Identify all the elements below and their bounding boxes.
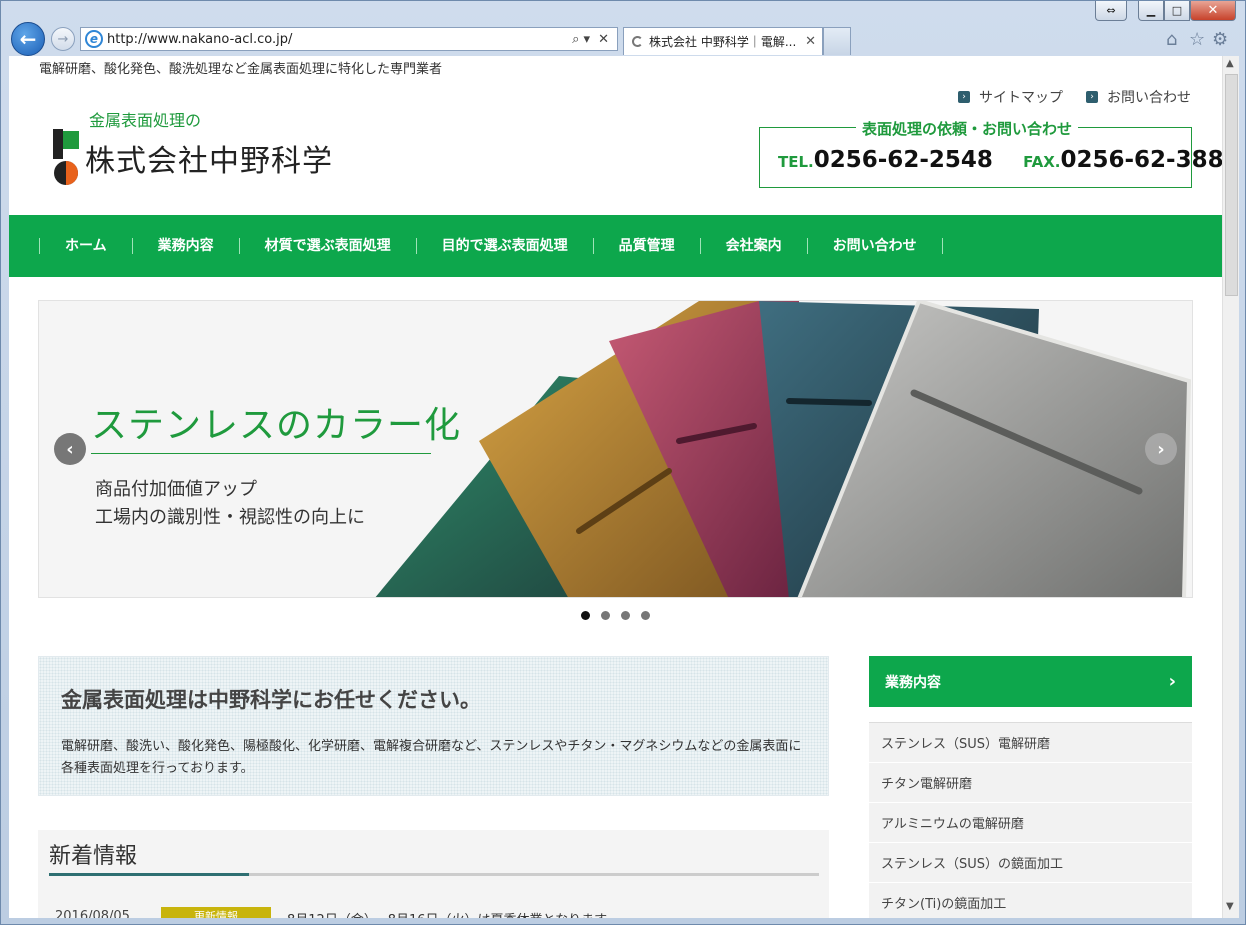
slider-pagination — [581, 611, 650, 620]
intro-text: 電解研磨、酸洗い、酸化発色、陽極酸化、化学研磨、電解複合研磨など、ステンレスやチ… — [61, 739, 802, 776]
scroll-down-icon[interactable]: ▼ — [1226, 901, 1234, 912]
fax-label: FAX. — [1023, 153, 1061, 171]
ie-page-icon: e — [85, 30, 103, 48]
contact-box: 表面処理の依頼・お問い合わせ TEL.0256-62-2548 FAX.0256… — [759, 118, 1222, 188]
nav-home[interactable]: ホーム — [39, 238, 132, 254]
fax-number: 0256-62-3880 — [1060, 147, 1222, 173]
compat-view-button[interactable]: ⇔ — [1095, 1, 1127, 21]
contact-heading: 表面処理の依頼・お問い合わせ — [856, 118, 1079, 139]
arrow-right-icon: › — [1086, 91, 1098, 103]
slider-prev-button[interactable]: ‹ — [54, 433, 86, 465]
address-input[interactable]: http://www.nakano-acl.co.jp/ — [107, 32, 572, 47]
news-underline-accent — [49, 873, 249, 876]
tel-number: 0256-62-2548 — [813, 147, 993, 173]
sidebar-list: ステンレス（SUS）電解研磨 チタン電解研磨 アルミニウムの電解研磨 ステンレス… — [869, 722, 1192, 918]
home-icon[interactable]: ⌂ — [1166, 29, 1177, 50]
slider-dot[interactable] — [621, 611, 630, 620]
maximize-button[interactable]: □ — [1164, 1, 1190, 21]
sidebar-heading[interactable]: 業務内容 › — [869, 656, 1192, 707]
news-badge: 更新情報 — [161, 907, 271, 918]
browser-tab[interactable]: 株式会社 中野科学｜電解... ✕ — [623, 27, 823, 55]
sidebar-item[interactable]: アルミニウムの電解研磨 — [869, 803, 1192, 843]
browser-window: ⇔ ▁ □ ✕ ← → e http://www.nakano-acl.co.j… — [0, 0, 1246, 925]
tab-close-icon[interactable]: ✕ — [805, 34, 816, 49]
nav-by-purpose[interactable]: 目的で選ぶ表面処理 — [415, 238, 593, 254]
news-date: 2016/08/05 — [55, 909, 130, 918]
arrow-right-icon: › — [958, 91, 970, 103]
main-navigation: ホーム 業務内容 材質で選ぶ表面処理 目的で選ぶ表面処理 品質管理 会社案内 お… — [9, 215, 1222, 277]
logo-subtitle: 金属表面処理の — [89, 111, 202, 130]
sidebar-item[interactable]: ステンレス（SUS）の鏡面加工 — [869, 843, 1192, 883]
slider-dot[interactable] — [581, 611, 590, 620]
slider-dot[interactable] — [641, 611, 650, 620]
stop-icon[interactable]: ✕ — [598, 32, 609, 47]
news-section: 新着情報 2016/08/05 更新情報 8月12日（金）~8月16日（火）は夏… — [38, 830, 829, 918]
favorites-star-icon[interactable]: ☆ — [1189, 29, 1205, 50]
vertical-scrollbar[interactable]: ▲ ▼ — [1222, 56, 1239, 918]
sitemap-link[interactable]: › サイトマップ — [958, 87, 1063, 107]
sidebar-item[interactable]: ステンレス（SUS）電解研磨 — [869, 723, 1192, 763]
forward-button[interactable]: → — [51, 27, 75, 51]
slide-line-2: 工場内の識別性・視認性の向上に — [95, 507, 365, 528]
nav-quality[interactable]: 品質管理 — [592, 238, 700, 254]
nav-company[interactable]: 会社案内 — [699, 238, 807, 254]
slider-next-button[interactable]: › — [1145, 433, 1177, 465]
minimize-button[interactable]: ▁ — [1138, 1, 1164, 21]
site-tagline: 電解研磨、酸化発色、酸洗処理など金属表面処理に特化した専門業者 — [39, 62, 443, 77]
loading-icon — [632, 36, 643, 47]
news-heading: 新着情報 — [49, 844, 138, 869]
scroll-up-icon[interactable]: ▲ — [1226, 58, 1234, 69]
page-viewport: 電解研磨、酸化発色、酸洗処理など金属表面処理に特化した専門業者 金属表面処理の … — [9, 56, 1222, 918]
intro-box: 金属表面処理は中野科学にお任せください。 電解研磨、酸洗い、酸化発色、陽極酸化、… — [38, 656, 829, 796]
news-underline — [49, 873, 819, 876]
contact-link-label: お問い合わせ — [1107, 90, 1191, 106]
address-bar[interactable]: e http://www.nakano-acl.co.jp/ ⌕ ▾ ✕ — [80, 27, 618, 51]
company-name-logo[interactable]: 株式会社中野科学 — [85, 136, 333, 180]
search-dropdown-icon[interactable]: ⌕ ▾ — [572, 32, 590, 47]
arrow-left-icon: ← — [19, 27, 37, 51]
sidebar-heading-label: 業務内容 — [885, 674, 941, 691]
news-item-link[interactable]: 8月12日（金）~8月16日（火）は夏季休業となります。 — [287, 909, 619, 918]
chevron-right-icon: › — [1168, 671, 1176, 692]
colored-stainless-trays-image — [375, 301, 1192, 597]
arrow-right-icon: → — [57, 31, 69, 47]
new-tab-button[interactable] — [823, 27, 851, 55]
close-window-button[interactable]: ✕ — [1190, 1, 1236, 21]
nav-by-material[interactable]: 材質で選ぶ表面処理 — [238, 238, 416, 254]
slide-title: ステンレスのカラー化 — [91, 405, 462, 446]
settings-gear-icon[interactable]: ⚙ — [1212, 29, 1228, 50]
sitemap-link-label: サイトマップ — [979, 90, 1063, 106]
sidebar: 業務内容 › ステンレス（SUS）電解研磨 チタン電解研磨 アルミニウムの電解研… — [869, 656, 1192, 918]
contact-link[interactable]: › お問い合わせ — [1086, 87, 1191, 107]
company-logo-icon[interactable] — [53, 129, 79, 185]
slide-divider — [91, 453, 431, 454]
nav-services[interactable]: 業務内容 — [131, 238, 239, 254]
contact-numbers: TEL.0256-62-2548 FAX.0256-62-3880 — [778, 147, 1222, 173]
tel-label: TEL. — [778, 153, 814, 171]
intro-heading: 金属表面処理は中野科学にお任せください。 — [61, 688, 481, 712]
sidebar-item[interactable]: チタン電解研磨 — [869, 763, 1192, 803]
scrollbar-thumb[interactable] — [1225, 74, 1238, 296]
sidebar-item[interactable]: チタン(Ti)の鏡面加工 — [869, 883, 1192, 918]
back-button[interactable]: ← — [11, 22, 45, 56]
nav-contact[interactable]: お問い合わせ — [806, 238, 943, 254]
tab-title: 株式会社 中野科学｜電解... — [649, 35, 797, 49]
slide-line-1: 商品付加価値アップ — [95, 479, 257, 500]
hero-slider: ステンレスのカラー化 商品付加価値アップ 工場内の識別性・視認性の向上に ‹ › — [38, 300, 1193, 598]
slider-dot[interactable] — [601, 611, 610, 620]
